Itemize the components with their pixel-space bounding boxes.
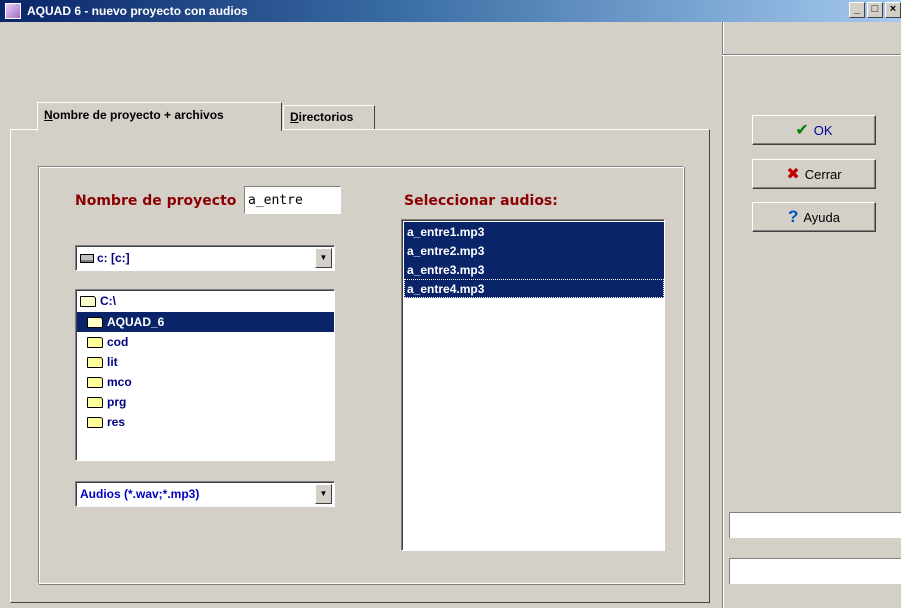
- folder-icon: [87, 336, 103, 348]
- minimize-button[interactable]: _: [849, 2, 865, 18]
- directory-name: AQUAD_6: [107, 315, 165, 329]
- chevron-down-icon[interactable]: ▼: [315, 248, 332, 268]
- audio-item[interactable]: a_entre4.mp3: [404, 279, 664, 298]
- title-bar[interactable]: AQUAD 6 - nuevo proyecto con audios _ □ …: [0, 0, 901, 22]
- folder-icon: [87, 416, 103, 428]
- directory-item[interactable]: prg: [77, 392, 334, 412]
- file-type-select[interactable]: Audios (*.wav;*.mp3) ▼: [75, 481, 335, 507]
- folder-open-icon: [80, 295, 96, 307]
- ok-button[interactable]: ✔ OK: [752, 115, 876, 145]
- drive-icon: [80, 253, 94, 263]
- directory-list[interactable]: C:\ AQUAD_6 cod lit mco prg res: [75, 289, 335, 461]
- directory-item[interactable]: mco: [77, 372, 334, 392]
- tab-mnemonic: D: [290, 110, 299, 124]
- x-icon: ✖: [786, 166, 800, 183]
- close-button[interactable]: ✖ Cerrar: [752, 159, 876, 189]
- project-name-label: Nombre de proyecto: [75, 193, 237, 209]
- app-icon: [5, 3, 21, 19]
- directory-item[interactable]: C:\: [77, 291, 334, 311]
- directory-item[interactable]: AQUAD_6: [77, 312, 334, 332]
- window-title: AQUAD 6 - nuevo proyecto con audios: [27, 4, 248, 18]
- status-field-1: [729, 512, 901, 538]
- close-label: Cerrar: [804, 166, 842, 182]
- audio-item[interactable]: a_entre3.mp3: [404, 260, 664, 279]
- ok-label: OK: [813, 122, 833, 138]
- directory-name: mco: [107, 375, 132, 389]
- directory-name: lit: [107, 355, 118, 369]
- select-audios-label: Seleccionar audios:: [404, 193, 558, 209]
- directory-item[interactable]: res: [77, 412, 334, 432]
- help-button[interactable]: ? Ayuda: [752, 202, 876, 232]
- drive-text: c: [c:]: [97, 251, 130, 265]
- directory-name: prg: [107, 395, 127, 409]
- folder-icon: [87, 396, 103, 408]
- window-controls: _ □ ×: [849, 2, 901, 18]
- audio-list[interactable]: a_entre1.mp3 a_entre2.mp3 a_entre3.mp3 a…: [401, 219, 665, 551]
- status-field-2: [729, 558, 901, 584]
- tab-directories[interactable]: Directorios: [283, 105, 375, 129]
- check-icon: ✔: [795, 122, 809, 139]
- audio-item[interactable]: a_entre1.mp3: [404, 222, 664, 241]
- file-type-value: Audios (*.wav;*.mp3): [80, 487, 200, 501]
- right-panel-divider: [722, 54, 901, 56]
- question-icon: ?: [787, 207, 799, 226]
- drive-value: c: [c:]: [80, 251, 130, 265]
- tab-label: irectorios: [298, 110, 354, 124]
- directory-item[interactable]: lit: [77, 352, 334, 372]
- folder-icon: [87, 376, 103, 388]
- directory-name: res: [107, 415, 126, 429]
- directory-name: C:\: [100, 294, 116, 308]
- folder-icon: [87, 356, 103, 368]
- tab-project-files[interactable]: Nombre de proyecto + archivos: [37, 102, 282, 131]
- tab-mnemonic: N: [44, 108, 53, 122]
- directory-item[interactable]: cod: [77, 332, 334, 352]
- maximize-button[interactable]: □: [867, 2, 883, 18]
- audio-item[interactable]: a_entre2.mp3: [404, 241, 664, 260]
- close-window-button[interactable]: ×: [885, 2, 901, 18]
- chevron-down-icon[interactable]: ▼: [315, 484, 332, 504]
- folder-open-icon: [87, 316, 103, 328]
- project-name-input[interactable]: a_entre: [244, 186, 341, 214]
- help-label: Ayuda: [803, 209, 841, 225]
- drive-select[interactable]: c: [c:] ▼: [75, 245, 335, 271]
- tab-label: ombre de proyecto + archivos: [52, 108, 224, 122]
- directory-name: cod: [107, 335, 129, 349]
